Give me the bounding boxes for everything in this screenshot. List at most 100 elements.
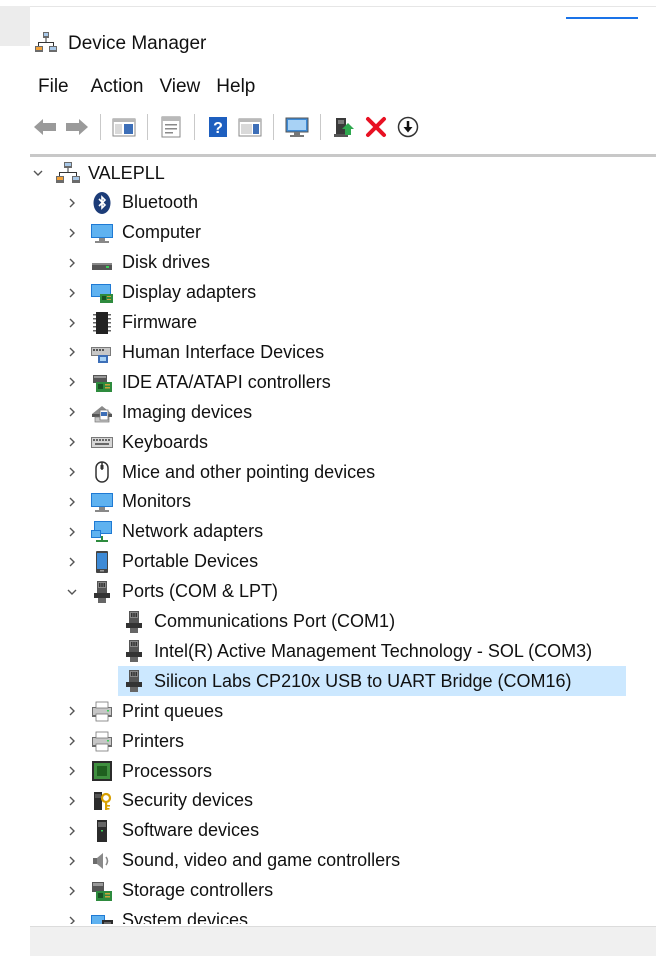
tree-item-system-device[interactable]: System devices (64, 907, 252, 924)
tree-item-ide-controller[interactable]: IDE ATA/ATAPI controllers (64, 368, 335, 396)
tree-item-display-adapter[interactable]: Display adapters (64, 279, 260, 307)
toolbar-separator (320, 114, 321, 140)
chevron-right-icon[interactable] (64, 554, 80, 570)
chevron-right-icon[interactable] (64, 883, 80, 899)
printer-icon (90, 729, 114, 753)
tree-item-label: Intel(R) Active Management Technology - … (154, 640, 593, 661)
ide-controller-icon (90, 370, 114, 394)
chevron-right-icon[interactable] (64, 434, 80, 450)
monitor-icon (90, 490, 114, 514)
chevron-down-icon[interactable] (64, 584, 80, 600)
update-driver-button[interactable] (329, 112, 359, 142)
tree-item-label: Human Interface Devices (122, 341, 325, 362)
chevron-right-icon[interactable] (64, 763, 80, 779)
tree-item-label: Computer (122, 222, 202, 243)
tree-item-port-0[interactable]: Communications Port (COM1) (122, 608, 399, 636)
firmware-icon (90, 311, 114, 335)
chevron-right-icon[interactable] (64, 195, 80, 211)
action-pane-button[interactable] (235, 112, 265, 142)
tree-item-label: Printers (122, 730, 185, 751)
help-button[interactable]: ? (203, 112, 233, 142)
chevron-right-icon[interactable] (64, 464, 80, 480)
device-tree[interactable]: VALEPLL Bluetooth Computer Disk drives Displ… (30, 158, 656, 924)
chevron-right-icon[interactable] (64, 524, 80, 540)
tree-item-printer[interactable]: Printers (64, 727, 188, 755)
chevron-right-icon[interactable] (64, 315, 80, 331)
chevron-right-icon[interactable] (64, 404, 80, 420)
scan-hardware-icon (285, 117, 309, 137)
window-title: Device Manager (68, 33, 207, 54)
update-driver-icon (334, 118, 354, 137)
system-device-icon (90, 909, 114, 924)
disable-device-button[interactable] (393, 112, 423, 142)
tree-item-computer[interactable]: Computer (64, 219, 205, 247)
properties-button[interactable] (156, 112, 186, 142)
disk-drive-icon (90, 251, 114, 275)
tree-item-processor[interactable]: Processors (64, 757, 216, 785)
storage-controller-icon (90, 879, 114, 903)
tree-item-label: Silicon Labs CP210x USB to UART Bridge (… (152, 667, 576, 695)
tree-item-label: Communications Port (COM1) (154, 611, 396, 631)
chevron-right-icon[interactable] (64, 285, 80, 301)
tree-item-label: Storage controllers (122, 880, 274, 901)
chevron-right-icon[interactable] (64, 703, 80, 719)
toolbar-separator (147, 114, 148, 140)
tree-item-keyboard[interactable]: Keyboards (64, 428, 212, 456)
print-queue-icon (90, 699, 114, 723)
display-adapter-icon (90, 281, 114, 305)
tree-item-print-queue[interactable]: Print queues (64, 697, 227, 725)
tree-item-port[interactable]: Ports (COM & LPT) (64, 578, 282, 606)
computer-icon (90, 221, 114, 245)
tree-item-imaging[interactable]: Imaging devices (64, 398, 256, 426)
tree-item-software-device[interactable]: Software devices (64, 817, 263, 845)
scan-hardware-button[interactable] (282, 112, 312, 142)
chevron-right-icon[interactable] (64, 733, 80, 749)
uninstall-button[interactable] (361, 112, 391, 142)
tree-item-mouse[interactable]: Mice and other pointing devices (64, 458, 379, 486)
forward-button[interactable] (62, 112, 92, 142)
chevron-right-icon[interactable] (64, 853, 80, 869)
keyboard-icon (90, 430, 114, 454)
tree-item-port-1[interactable]: Intel(R) Active Management Technology - … (122, 637, 596, 665)
tree-item-label: Processors (122, 760, 213, 781)
tree-item-hid[interactable]: Human Interface Devices (64, 338, 328, 366)
action-pane-icon (238, 118, 262, 137)
chevron-right-icon[interactable] (64, 494, 80, 510)
tree-item-port-2[interactable]: Silicon Labs CP210x USB to UART Bridge (… (122, 667, 576, 695)
svg-text:?: ? (213, 120, 223, 137)
tree-root-valepll[interactable]: VALEPLL (30, 159, 169, 187)
tree-item-disk-drive[interactable]: Disk drives (64, 249, 214, 277)
chevron-right-icon[interactable] (64, 823, 80, 839)
chevron-right-icon[interactable] (64, 344, 80, 360)
menu-file[interactable]: File (30, 74, 77, 100)
imaging-icon (90, 400, 114, 424)
back-icon (34, 119, 56, 135)
back-button[interactable] (30, 112, 60, 142)
tree-item-label: Disk drives (122, 252, 211, 273)
device-manager-app-icon (34, 30, 58, 59)
tree-item-monitor[interactable]: Monitors (64, 488, 195, 516)
chevron-right-icon[interactable] (64, 374, 80, 390)
tree-item-storage-controller[interactable]: Storage controllers (64, 877, 277, 905)
tree-item-network-adapter[interactable]: Network adapters (64, 518, 267, 546)
tree-item-portable-device[interactable]: Portable Devices (64, 548, 262, 576)
chevron-right-icon[interactable] (64, 255, 80, 271)
menu-help[interactable]: Help (208, 74, 263, 100)
tree-item-sound[interactable]: Sound, video and game controllers (64, 847, 404, 875)
show-hide-console-tree-button[interactable] (109, 112, 139, 142)
tree-item-label: Monitors (122, 491, 192, 512)
chevron-right-icon[interactable] (64, 913, 80, 924)
chevron-right-icon[interactable] (64, 225, 80, 241)
uninstall-icon (366, 117, 386, 137)
processor-icon (90, 759, 114, 783)
disable-device-icon (397, 116, 419, 138)
tree-item-bluetooth[interactable]: Bluetooth (64, 189, 202, 217)
tree-item-label: Print queues (122, 700, 224, 721)
tree-item-firmware[interactable]: Firmware (64, 309, 201, 337)
chevron-right-icon[interactable] (64, 793, 80, 809)
menu-view[interactable]: View (151, 74, 208, 100)
tree-item-security-device[interactable]: Security devices (64, 787, 257, 815)
menu-action[interactable]: Action (83, 74, 152, 100)
chevron-down-icon[interactable] (30, 165, 46, 181)
title-bar: Device Manager (34, 26, 206, 62)
